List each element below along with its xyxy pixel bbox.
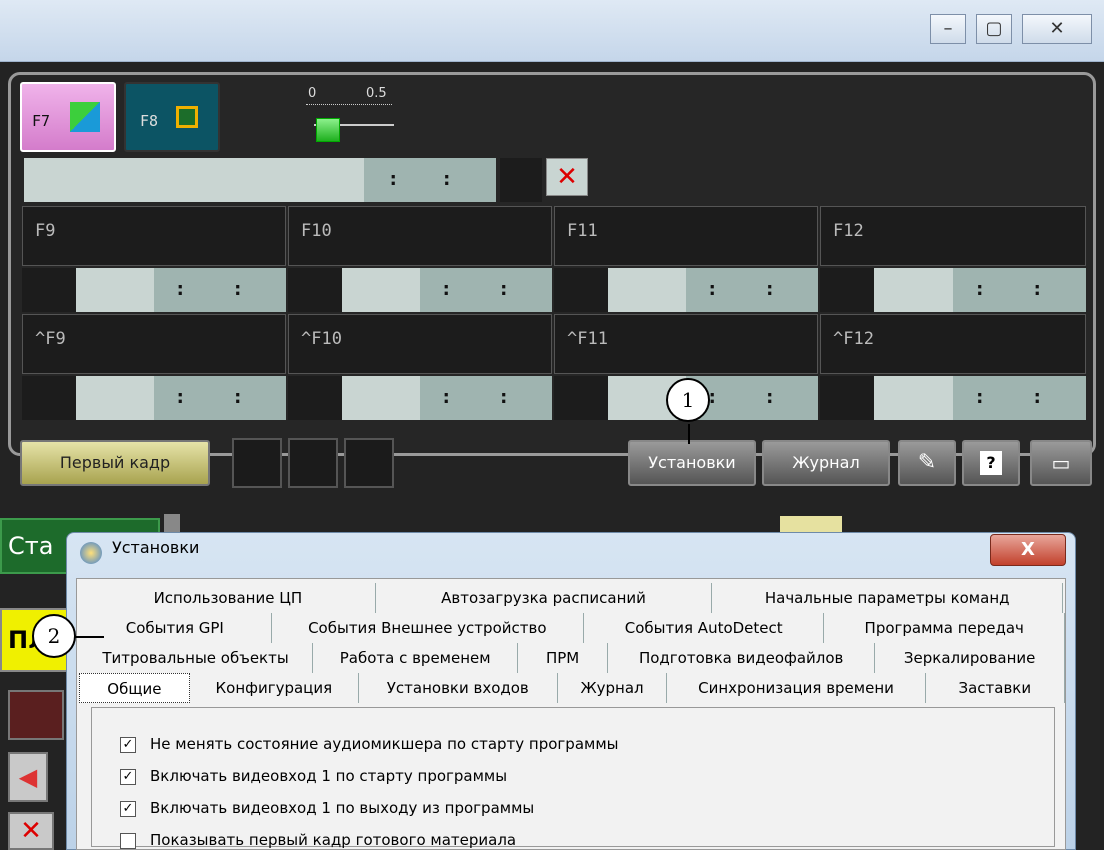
slider-thumb[interactable] bbox=[316, 118, 340, 142]
callout-1-leader bbox=[688, 424, 690, 444]
tab-initial-command-params[interactable]: Начальные параметры команд bbox=[712, 583, 1063, 613]
tab-row-1: Использование ЦП Автозагрузка расписаний… bbox=[81, 583, 1063, 613]
overlay-icon bbox=[176, 106, 198, 128]
tab-video-file-prep[interactable]: Подготовка видеофайлов bbox=[608, 643, 876, 673]
slider-max-label: 0.5 bbox=[366, 86, 387, 101]
tab-cpu-usage[interactable]: Использование ЦП bbox=[81, 583, 376, 613]
dialog-title: Установки bbox=[112, 538, 200, 557]
tab-journal[interactable]: Журнал bbox=[558, 673, 668, 703]
tab-general[interactable]: Общие bbox=[79, 673, 190, 703]
slot-f9[interactable]: F9 bbox=[22, 206, 286, 266]
tab-splash-screens[interactable]: Заставки bbox=[926, 673, 1065, 703]
checkbox-icon[interactable] bbox=[120, 832, 136, 849]
checkbox-icon[interactable]: ✓ bbox=[120, 800, 136, 817]
empty-slot-button[interactable] bbox=[344, 438, 394, 488]
slot-timer: : : bbox=[154, 376, 286, 420]
tab-gpi-events[interactable]: События GPI bbox=[79, 613, 272, 643]
slot-ctrl-f10-timer-bar: : : bbox=[288, 376, 552, 420]
journal-button[interactable]: Журнал bbox=[762, 440, 890, 486]
pen-icon[interactable]: ✎ bbox=[898, 440, 956, 486]
tab-time-work[interactable]: Работа с временем bbox=[313, 643, 519, 673]
tab-external-device-events[interactable]: События Внешнее устройство bbox=[272, 613, 584, 643]
tab-row-3: Титровальные объекты Работа с временем П… bbox=[79, 643, 1065, 673]
option-row[interactable]: ✓ Не менять состояние аудиомикшера по ста… bbox=[120, 732, 619, 758]
tab-row-4: Общие Конфигурация Установки входов Журн… bbox=[79, 673, 1065, 703]
callout-2-leader bbox=[74, 636, 104, 638]
slot-ctrl-f11[interactable]: ^F11 bbox=[554, 314, 818, 374]
f7-button[interactable]: F7 bbox=[20, 82, 116, 152]
film-icon[interactable] bbox=[8, 690, 64, 740]
close-window-button[interactable]: ✕ bbox=[1022, 14, 1092, 44]
help-button[interactable]: ? bbox=[962, 440, 1020, 486]
tab-row-2: События GPI События Внешнее устройство С… bbox=[79, 613, 1065, 643]
tab-mirroring[interactable]: Зеркалирование bbox=[875, 643, 1065, 673]
main-timer: : : bbox=[364, 158, 496, 202]
f8-button[interactable]: F8 bbox=[124, 82, 220, 152]
slider-track bbox=[306, 104, 392, 118]
option-label: Показывать первый кадр готового материал… bbox=[150, 831, 517, 849]
slot-ctrl-f10[interactable]: ^F10 bbox=[288, 314, 552, 374]
checkbox-icon[interactable]: ✓ bbox=[120, 736, 136, 753]
app-globe-icon bbox=[80, 542, 102, 564]
delete-icon[interactable]: ✕ bbox=[8, 812, 54, 850]
slot-ctrl-f9-timer-bar: : : bbox=[22, 376, 286, 420]
tab-title-objects[interactable]: Титровальные объекты bbox=[79, 643, 314, 673]
slot-ctrl-f12-timer-bar: : : bbox=[820, 376, 1086, 420]
maximize-button[interactable]: ▢ bbox=[976, 14, 1012, 44]
f8-label: F8 bbox=[140, 112, 159, 130]
tab-time-sync[interactable]: Синхронизация времени bbox=[667, 673, 926, 703]
tab-configuration[interactable]: Конфигурация bbox=[190, 673, 359, 703]
slot-ctrl-f9[interactable]: ^F9 bbox=[22, 314, 286, 374]
slot-f11-timer-bar: : : bbox=[554, 268, 818, 312]
slot-timer: : : bbox=[154, 268, 286, 312]
option-label: Не менять состояние аудиомикшера по стар… bbox=[150, 735, 619, 753]
tab-autoload-schedules[interactable]: Автозагрузка расписаний bbox=[376, 583, 713, 613]
slot-ctrl-f12[interactable]: ^F12 bbox=[820, 314, 1086, 374]
slot-f12-timer-bar: : : bbox=[820, 268, 1086, 312]
slot-timer: : : bbox=[953, 376, 1086, 420]
folder-icon[interactable]: ▭ bbox=[1030, 440, 1092, 486]
slot-f9-timer-bar: : : bbox=[22, 268, 286, 312]
option-label: Включать видеовход 1 по выходу из програ… bbox=[150, 799, 535, 817]
option-row[interactable]: ✓ Включать видеовход 1 по выходу из прогр… bbox=[120, 796, 534, 822]
empty-slot-button[interactable] bbox=[232, 438, 282, 488]
main-status-box bbox=[500, 158, 542, 202]
option-label: Включать видеовход 1 по старту программы bbox=[150, 767, 508, 785]
clear-x-icon[interactable]: ✕ bbox=[546, 158, 588, 196]
empty-slot-button[interactable] bbox=[288, 438, 338, 488]
tab-prm[interactable]: ПРМ bbox=[518, 643, 609, 673]
slot-f12[interactable]: F12 bbox=[820, 206, 1086, 266]
slot-f10[interactable]: F10 bbox=[288, 206, 552, 266]
minimize-button[interactable]: – bbox=[930, 14, 966, 44]
slot-f10-timer-bar: : : bbox=[288, 268, 552, 312]
slider-min-label: 0 bbox=[308, 86, 317, 101]
tab-autodetect-events[interactable]: События AutoDetect bbox=[584, 613, 825, 643]
f7-label: F7 bbox=[32, 112, 51, 130]
slot-timer: : : bbox=[686, 268, 818, 312]
tab-input-settings[interactable]: Установки входов bbox=[359, 673, 558, 703]
settings-button[interactable]: Установки bbox=[628, 440, 756, 486]
tab-program-schedule[interactable]: Программа передач bbox=[824, 613, 1065, 643]
slot-f11[interactable]: F11 bbox=[554, 206, 818, 266]
dialog-close-button[interactable]: X bbox=[990, 534, 1066, 566]
arrow-left-icon[interactable]: ◀ bbox=[8, 752, 48, 802]
callout-2: 2 bbox=[32, 614, 76, 658]
toolbar-grip bbox=[164, 514, 180, 534]
slot-timer: : : bbox=[953, 268, 1086, 312]
slot-timer: : : bbox=[420, 268, 552, 312]
option-row[interactable]: ✓ Включать видеовход 1 по старту программ… bbox=[120, 764, 507, 790]
first-frame-button[interactable]: Первый кадр bbox=[20, 440, 210, 486]
titles-icon bbox=[70, 102, 100, 132]
callout-1: 1 bbox=[666, 378, 710, 422]
help-icon: ? bbox=[980, 451, 1002, 475]
checkbox-icon[interactable]: ✓ bbox=[120, 768, 136, 785]
slot-timer: : : bbox=[420, 376, 552, 420]
option-row[interactable]: Показывать первый кадр готового материал… bbox=[120, 828, 516, 854]
